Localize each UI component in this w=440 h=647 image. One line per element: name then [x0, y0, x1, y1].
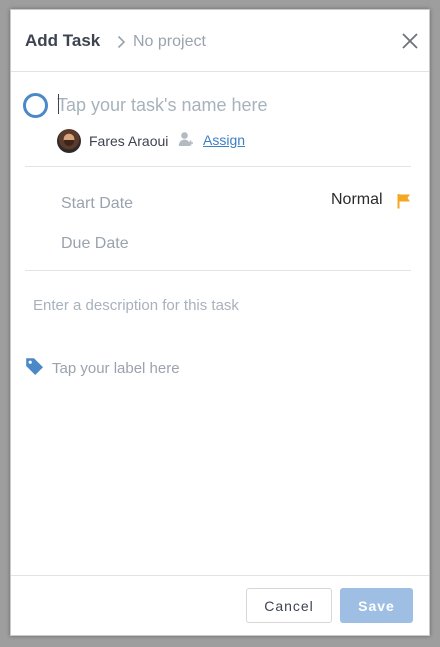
- description-input[interactable]: [33, 295, 403, 315]
- tag-icon: [26, 358, 43, 375]
- cancel-button[interactable]: Cancel: [246, 588, 332, 623]
- due-date-field[interactable]: Due Date: [61, 235, 129, 253]
- avatar: [57, 129, 81, 153]
- dialog-title: Add Task: [25, 31, 101, 50]
- add-person-icon[interactable]: [178, 131, 194, 147]
- start-date-field[interactable]: Start Date: [61, 195, 133, 213]
- assignee-name: Fares Araoui: [89, 133, 169, 149]
- project-selector[interactable]: No project: [133, 33, 206, 51]
- divider: [25, 166, 411, 167]
- task-complete-circle-icon[interactable]: [23, 93, 48, 118]
- label-input[interactable]: [52, 358, 352, 378]
- save-button[interactable]: Save: [340, 588, 413, 623]
- priority-selector[interactable]: Normal: [331, 191, 383, 209]
- task-name-input[interactable]: [57, 91, 397, 119]
- chevron-right-icon: [117, 35, 126, 49]
- add-task-dialog: Add Task No project Fares Araoui Assign …: [10, 9, 430, 636]
- assign-link[interactable]: Assign: [203, 132, 245, 148]
- flag-icon[interactable]: [397, 193, 411, 209]
- dialog-footer: Cancel Save: [11, 575, 429, 635]
- dialog-header: Add Task No project: [11, 10, 429, 72]
- text-cursor: [58, 94, 59, 114]
- close-icon[interactable]: [401, 32, 419, 50]
- divider: [25, 270, 411, 271]
